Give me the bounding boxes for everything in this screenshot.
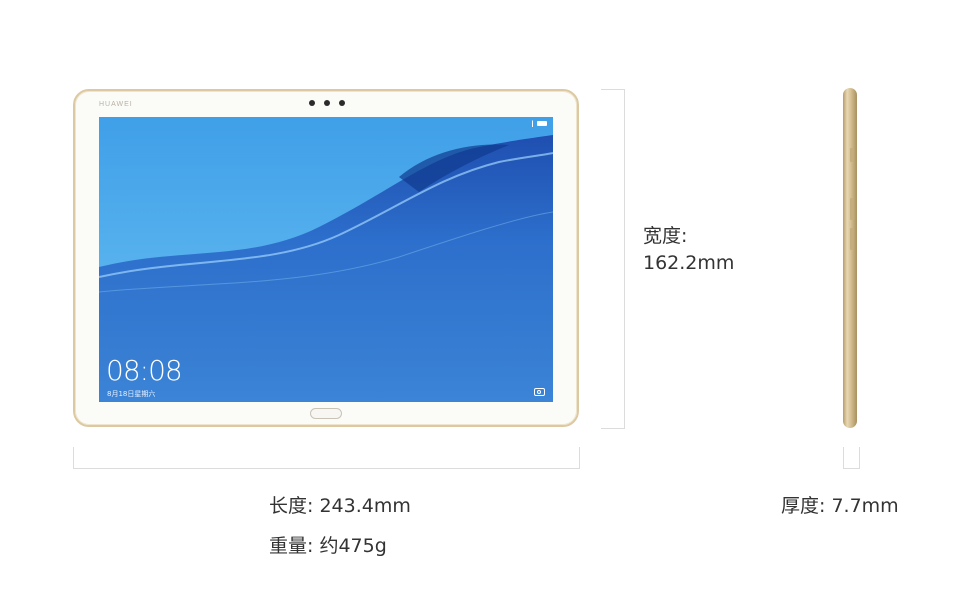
- side-key: [850, 148, 853, 162]
- thickness-dimension-line: [843, 447, 860, 469]
- camera-icon: [534, 388, 545, 396]
- length-dimension-line: [73, 447, 580, 469]
- thickness-spec: 厚度: 7.7mm: [781, 495, 899, 517]
- camera-dot: [309, 100, 315, 106]
- battery-icon: [537, 121, 547, 126]
- tablet-screen: 08:08 8月18日星期六: [99, 117, 553, 402]
- tablet-front-image: HUAWEI 08:08 8月18日星期六: [73, 89, 579, 427]
- width-label: 宽度:: [643, 225, 688, 247]
- side-key: [850, 198, 853, 220]
- brand-logo: HUAWEI: [99, 101, 133, 108]
- lockscreen-clock: 08:08: [106, 354, 183, 387]
- length-spec: 长度: 243.4mm: [269, 495, 411, 517]
- front-cameras: [309, 100, 345, 106]
- weight-spec: 重量: 约475g: [269, 535, 387, 557]
- lockscreen-date: 8月18日星期六: [107, 390, 156, 398]
- signal-icon: [526, 120, 533, 127]
- width-value: 162.2mm: [643, 252, 735, 274]
- camera-dot: [339, 100, 345, 106]
- side-key: [850, 228, 853, 250]
- status-bar: [526, 120, 547, 127]
- home-button: [310, 408, 342, 419]
- camera-dot: [324, 100, 330, 106]
- tablet-side-image: [843, 88, 857, 428]
- width-dimension-line: [601, 89, 625, 429]
